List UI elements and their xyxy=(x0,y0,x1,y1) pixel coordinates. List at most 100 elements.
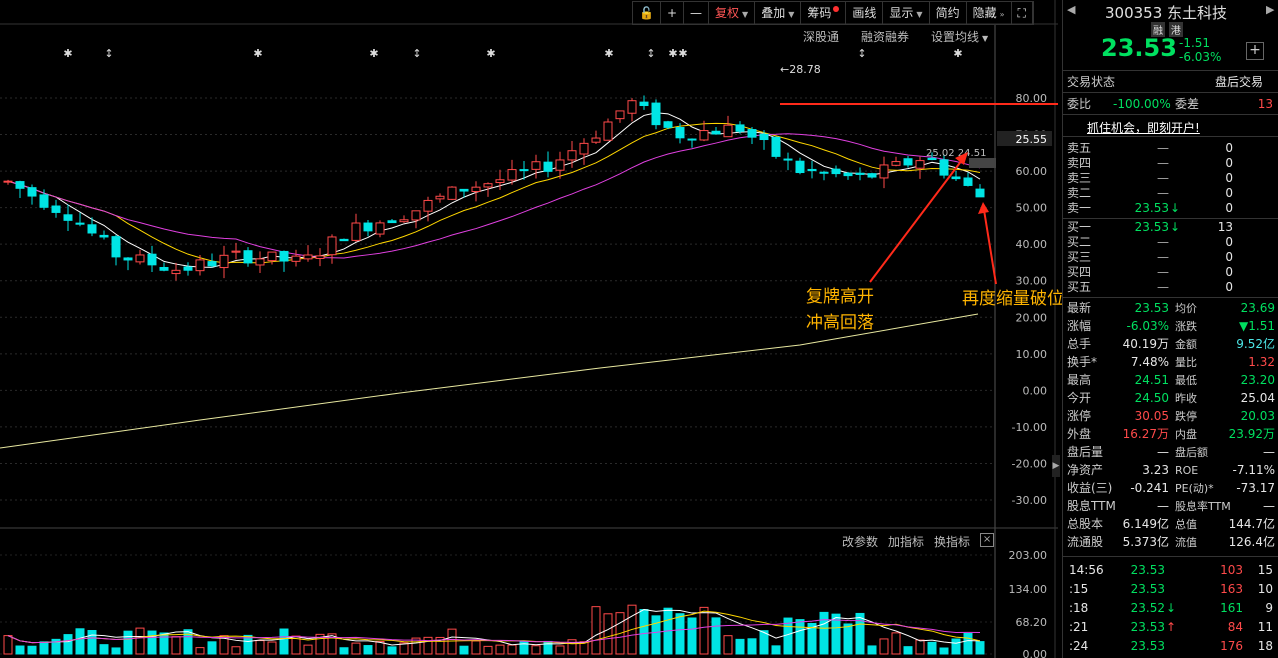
stat-label: 盘后额 xyxy=(1175,446,1208,459)
stat-label: 均价 xyxy=(1175,302,1197,315)
sells-row[interactable]: 卖一 23.53 ↓ 0 xyxy=(1063,201,1278,216)
buys-row[interactable]: 买二 — 0 xyxy=(1063,235,1278,250)
double-chevron-right-icon: » xyxy=(999,10,1005,19)
buys-row[interactable]: 买四 — 0 xyxy=(1063,265,1278,280)
diff-label: 委差 xyxy=(1175,97,1200,111)
sells-row[interactable]: 卖四 — 0 xyxy=(1063,156,1278,171)
up-arrow-icon: ↑ xyxy=(1166,620,1177,634)
tick-volume: 176 xyxy=(1220,639,1243,653)
candle-body xyxy=(147,253,157,266)
ratio-value: -100.00% xyxy=(1113,97,1171,111)
stats-row: 换手* 7.48% 量比 1.32 xyxy=(1063,355,1278,370)
toolbar-overlay[interactable]: 叠加 ▼ xyxy=(755,2,802,24)
zoom-out-icon[interactable]: — xyxy=(684,2,710,24)
stat-label: 股息TTM xyxy=(1067,499,1116,513)
buys-row[interactable]: 买三 — 0 xyxy=(1063,250,1278,265)
change-params-button[interactable]: 改参数 xyxy=(842,533,878,550)
axis-tick-label: 60.00 xyxy=(1016,165,1048,178)
sells-row[interactable]: 卖二 — 0 xyxy=(1063,186,1278,201)
chevron-down-icon: ▼ xyxy=(982,34,989,43)
stock-name: 东土科技 xyxy=(1167,4,1228,22)
unlock-icon[interactable]: 🔓 xyxy=(633,2,661,24)
link-margin[interactable]: 融资融券 xyxy=(861,28,909,45)
candle-body xyxy=(435,195,445,200)
tick-price: 23.53 xyxy=(1130,620,1165,634)
fullscreen-icon[interactable]: ⛶ xyxy=(1012,2,1033,24)
toolbar-hide[interactable]: 隐藏» xyxy=(967,2,1012,24)
next-stock-icon[interactable]: ▶ xyxy=(1266,3,1274,16)
volume-bar xyxy=(483,645,493,655)
prev-stock-icon[interactable]: ◀ xyxy=(1067,3,1075,16)
divider xyxy=(1063,218,1278,219)
toolbar-overlay-label: 叠加 xyxy=(761,6,786,20)
candle-body xyxy=(471,186,481,192)
buys-row[interactable]: 买五 — 0 xyxy=(1063,280,1278,295)
stat-value: 23.53 xyxy=(1134,301,1169,315)
volume-bar xyxy=(555,645,565,655)
toolbar-draw[interactable]: 画线 xyxy=(846,2,884,24)
stat-label: 流值 xyxy=(1175,536,1197,549)
volume-bar xyxy=(855,612,865,655)
sells-volume: 0 xyxy=(1225,201,1233,215)
candle-body xyxy=(135,254,145,263)
toolbar-simple[interactable]: 简约 xyxy=(930,2,967,24)
sells-row[interactable]: 卖五 — 0 xyxy=(1063,141,1278,156)
candle-body xyxy=(975,188,985,198)
kline-chart[interactable]: ✱↕✱✱↕✱✱↕✱✱↕✱←28.7825.02 24.5180.0070.006… xyxy=(0,0,1058,658)
close-icon[interactable]: × xyxy=(980,533,995,547)
chevron-down-icon: ▼ xyxy=(788,10,795,19)
volume-bar xyxy=(363,645,373,655)
link-ma-settings-label: 设置均线 xyxy=(931,30,980,44)
stat-value: 20.03 xyxy=(1240,409,1275,423)
candle-body xyxy=(483,183,493,188)
tick-price: 23.52 xyxy=(1130,601,1165,615)
open-account-link[interactable]: 抓住机会，即刻开户! xyxy=(1087,119,1200,136)
toolbar-chips[interactable]: 筹码 xyxy=(801,2,847,24)
toolbar-display[interactable]: 显示 ▼ xyxy=(883,2,930,24)
buys-price: — xyxy=(1157,250,1169,264)
candle-body xyxy=(351,222,361,241)
candle-body xyxy=(699,130,709,141)
zoom-in-icon[interactable]: + xyxy=(661,2,685,24)
toolbar-fuquan[interactable]: 复权 ▼ xyxy=(709,2,756,24)
sells-price: — xyxy=(1157,171,1169,185)
collapse-panel-handle[interactable]: ▶ xyxy=(1052,455,1060,477)
stat-label: 涨幅 xyxy=(1067,319,1092,333)
toolbar-hide-label: 隐藏 xyxy=(972,6,997,20)
stat-label: 跌停 xyxy=(1175,410,1197,423)
volume-bar xyxy=(183,629,193,655)
add-watchlist-button[interactable]: + xyxy=(1246,42,1264,60)
link-ma-settings[interactable]: 设置均线 ▼ xyxy=(931,28,988,45)
volume-bar xyxy=(939,647,949,655)
stat-value: 3.23 xyxy=(1142,463,1169,477)
add-indicator-button[interactable]: 加指标 xyxy=(888,533,924,550)
sells-volume: 0 xyxy=(1225,171,1233,185)
stat-value: — xyxy=(1157,445,1169,459)
candle-body xyxy=(255,258,265,266)
candle-body xyxy=(291,255,301,262)
candle-body xyxy=(243,250,253,264)
ma-line-3 xyxy=(7,133,981,259)
candle-body xyxy=(639,101,649,107)
sells-label: 卖四 xyxy=(1067,156,1092,170)
event-marker: ✱ xyxy=(486,47,495,60)
volume-bar xyxy=(687,617,697,655)
volume-bar xyxy=(507,644,517,655)
sells-row[interactable]: 卖三 — 0 xyxy=(1063,171,1278,186)
chevron-down-icon: ▼ xyxy=(916,10,923,19)
buys-price: — xyxy=(1157,265,1169,279)
candle-body xyxy=(303,254,313,260)
stat-value: -6.03% xyxy=(1126,319,1169,333)
stats-row: 总股本 6.149亿 总值 144.7亿 xyxy=(1063,517,1278,532)
stats-row: 外盘 16.27万 内盘 23.92万 xyxy=(1063,427,1278,442)
buys-row[interactable]: 买一 23.53 ↓ 13 xyxy=(1063,220,1278,235)
switch-indicator-button[interactable]: 换指标 xyxy=(934,533,970,550)
candle-body xyxy=(807,168,817,172)
volume-bar xyxy=(339,647,349,655)
stat-label: 最高 xyxy=(1067,373,1092,387)
stats-row: 今开 24.50 昨收 25.04 xyxy=(1063,391,1278,406)
link-shengutong[interactable]: 深股通 xyxy=(803,28,839,45)
stat-value: 144.7亿 xyxy=(1228,517,1275,531)
tick-row: 14:56 23.53 103 15 xyxy=(1063,563,1278,578)
event-marker: ✱ xyxy=(953,47,962,60)
